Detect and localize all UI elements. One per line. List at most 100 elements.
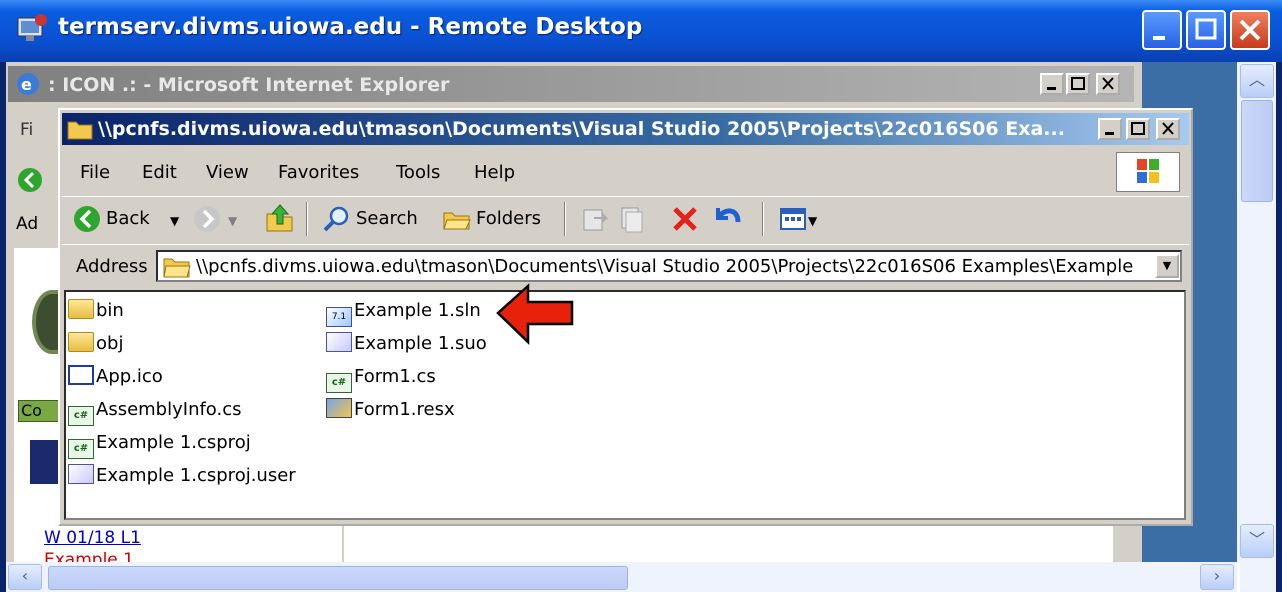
csproj-file-icon: c# [68,439,94,459]
scroll-down-button[interactable]: ﹀ [1240,524,1274,558]
up-folder-icon[interactable] [264,202,296,234]
user-file-icon [68,464,94,484]
toolbar-separator [306,202,308,236]
windows-logo-icon [1116,152,1180,192]
ico-file-icon [68,365,94,385]
ie-green-tab[interactable]: Co [18,400,62,422]
toolbar-separator [762,202,764,236]
csharp-file-icon: c# [326,373,352,393]
move-to-icon[interactable] [580,204,610,234]
list-item[interactable]: obj [68,332,123,356]
menu-tools[interactable]: Tools [396,162,440,183]
folder-icon [68,332,94,352]
maximize-icon [1071,77,1085,90]
ie-minimize-button[interactable] [1040,73,1064,95]
solution-file-icon: 7.1 [326,307,352,327]
suo-file-icon [326,332,352,352]
folders-icon[interactable] [442,204,472,234]
csharp-file-icon: c# [68,406,94,426]
minimize-icon [1153,36,1165,40]
resx-file-icon [326,398,352,418]
chevron-left-icon: ‹ [21,566,29,585]
explorer-close-button[interactable] [1156,118,1180,140]
folder-icon [66,116,94,142]
address-folder-icon [162,254,192,280]
file-name: obj [96,333,124,354]
minimize-icon [1105,132,1114,135]
scroll-left-button[interactable]: ‹ [8,564,42,590]
ie-close-button[interactable] [1096,73,1120,95]
list-item[interactable]: Form1.resx [326,398,455,422]
list-item[interactable]: bin [68,299,124,323]
file-name: Example 1.csproj.user [96,465,296,486]
close-icon [1162,122,1174,135]
close-icon [1239,19,1261,41]
horizontal-scroll-thumb[interactable] [48,566,628,590]
chevron-down-icon: ﹀ [1248,530,1265,549]
minimize-icon [1047,87,1056,90]
annotation-arrow [494,282,578,348]
search-icon[interactable] [322,204,352,234]
maximize-button[interactable] [1186,10,1226,50]
file-name: AssemblyInfo.cs [96,399,242,420]
resize-grip[interactable] [1240,562,1276,592]
scroll-right-button[interactable]: › [1200,564,1234,590]
ie-link-week[interactable]: W 01/18 L1 [44,528,141,548]
file-name: Example 1.suo [354,333,487,354]
close-button[interactable] [1230,10,1270,50]
scroll-up-button[interactable]: ︿ [1240,64,1274,98]
views-icon[interactable] [778,204,808,234]
folder-icon [68,299,94,319]
ie-back-icon[interactable] [16,166,44,194]
explorer-title: \\pcnfs.divms.uiowa.edu\tmason\Documents… [98,118,1065,140]
close-icon [1102,77,1114,90]
back-dropdown-icon[interactable]: ▼ [170,214,179,228]
file-name: Form1.resx [354,399,455,420]
ie-menu-peek: Fi [20,120,34,140]
maximize-icon [1131,122,1145,135]
remote-desktop-title: termserv.divms.uiowa.edu - Remote Deskto… [58,14,643,40]
address-label: Address [76,256,148,277]
back-button[interactable]: Back [106,208,150,229]
list-item[interactable]: c# AssemblyInfo.cs [68,398,242,426]
address-dropdown-button[interactable]: ▼ [1155,254,1179,278]
explorer-maximize-button[interactable] [1126,118,1150,140]
toolbar-separator [564,202,566,236]
menu-help[interactable]: Help [474,162,515,183]
menu-edit[interactable]: Edit [142,162,177,183]
maximize-icon [1195,18,1217,40]
menu-file[interactable]: File [80,162,110,183]
undo-icon[interactable] [710,202,744,234]
file-name: App.ico [96,366,163,387]
ie-address-peek: Ad [16,214,39,234]
menu-favorites[interactable]: Favorites [278,162,359,183]
file-name: Example 1.sln [354,300,481,321]
search-button[interactable]: Search [356,208,418,229]
list-item[interactable]: c# Example 1.csproj [68,431,251,459]
ie-green-tab-label: Co [21,401,42,420]
explorer-minimize-button[interactable] [1098,118,1122,140]
list-item[interactable]: Example 1.csproj.user [68,464,296,488]
remote-desktop-icon [14,12,50,46]
list-item[interactable]: 7.1 Example 1.sln [326,299,481,327]
vertical-scroll-thumb[interactable] [1241,100,1273,202]
forward-arrow-icon[interactable] [192,204,222,234]
svg-text:e: e [21,75,32,94]
back-arrow-icon[interactable] [72,204,102,234]
menu-view[interactable]: View [206,162,249,183]
list-item[interactable]: c# Form1.cs [326,365,436,393]
file-name: Form1.cs [354,366,436,387]
ie-title: : ICON .: - Microsoft Internet Explorer [48,74,450,96]
folders-button[interactable]: Folders [476,208,541,229]
address-value[interactable]: \\pcnfs.divms.uiowa.edu\tmason\Documents… [196,256,1146,277]
list-item[interactable]: Example 1.suo [326,332,487,356]
file-name: Example 1.csproj [96,432,251,453]
copy-to-icon[interactable] [616,204,646,234]
ie-maximize-button[interactable] [1066,73,1090,95]
file-name: bin [96,300,124,321]
minimize-button[interactable] [1142,10,1182,50]
delete-icon[interactable] [670,204,700,234]
forward-dropdown-icon[interactable]: ▼ [228,214,237,228]
list-item[interactable]: App.ico [68,365,163,389]
views-dropdown-icon[interactable]: ▼ [808,214,817,228]
